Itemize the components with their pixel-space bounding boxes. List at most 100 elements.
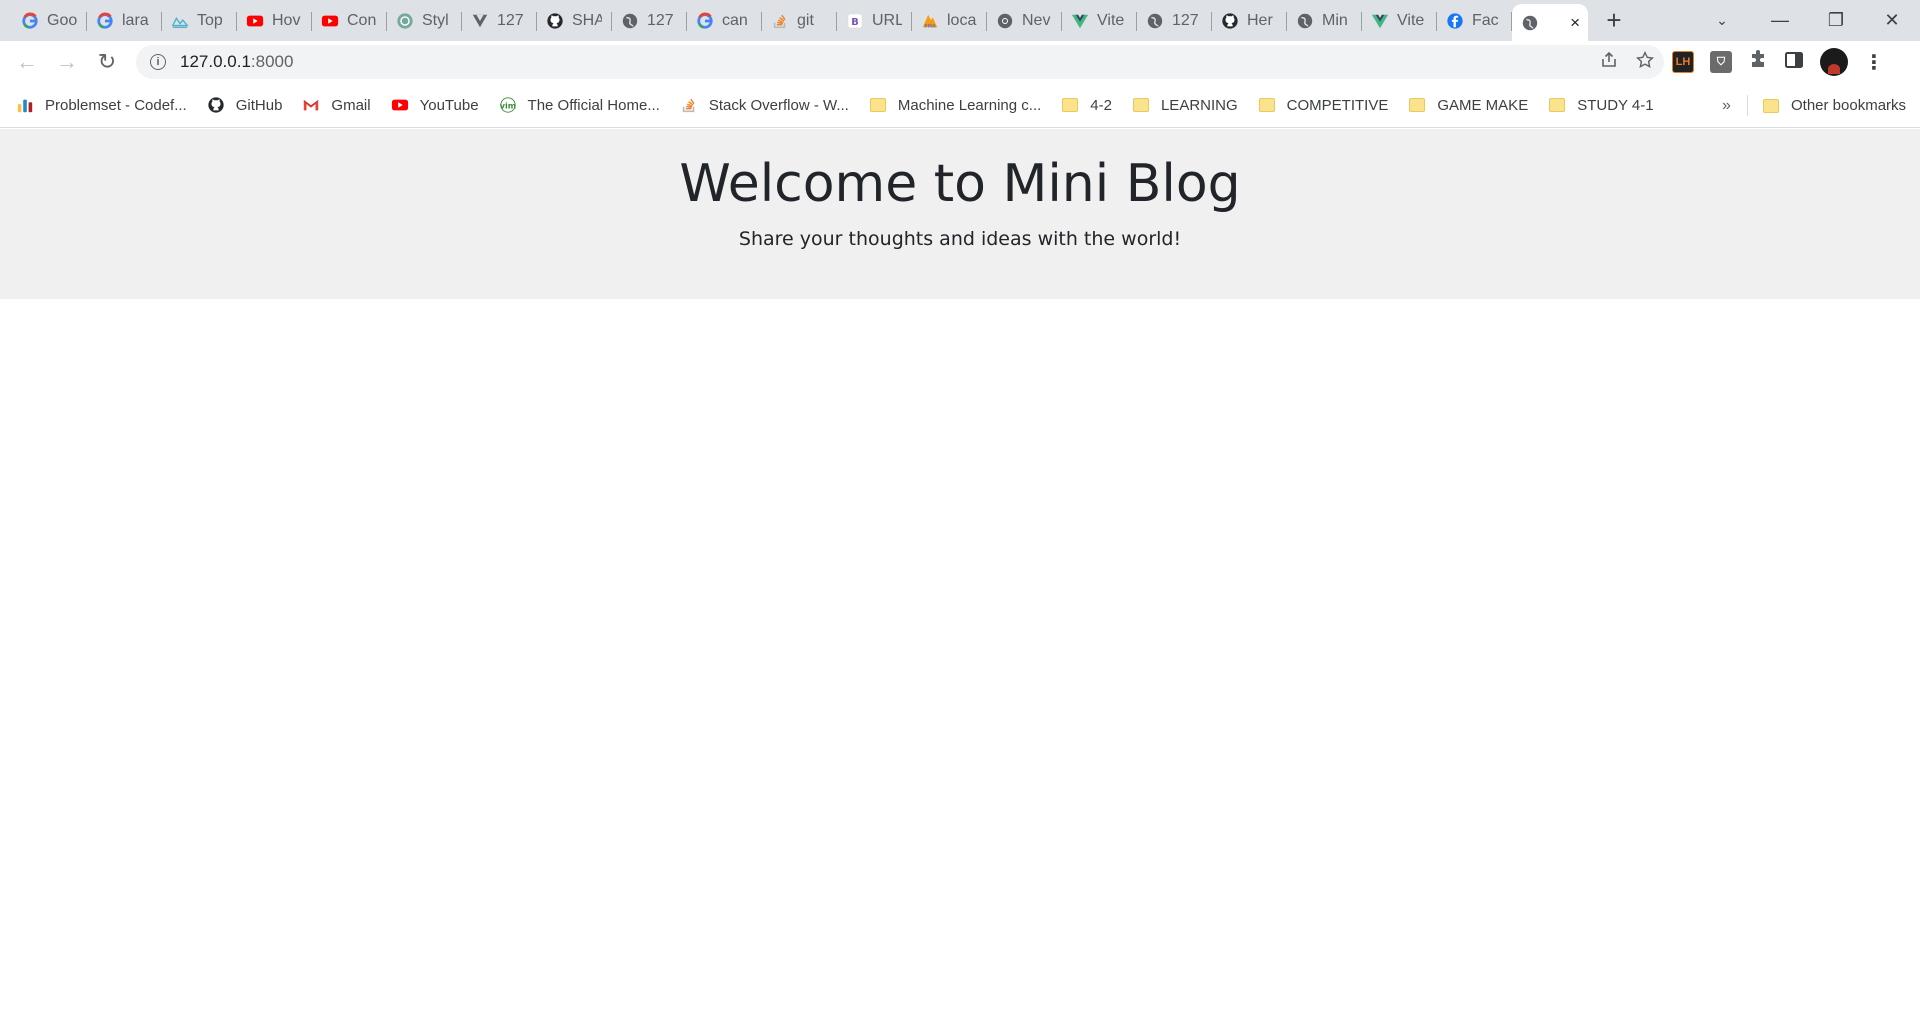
browser-tab[interactable]: 127 xyxy=(612,0,687,41)
back-button[interactable]: ← xyxy=(7,45,47,79)
browser-tab[interactable]: can xyxy=(687,0,762,41)
browser-tab[interactable]: PMA loca xyxy=(912,0,987,41)
bookmark-item[interactable]: Machine Learning c... xyxy=(869,96,1041,114)
youtube-icon xyxy=(391,96,409,114)
tab-title: SHA xyxy=(572,11,602,29)
google-icon xyxy=(695,11,715,31)
browser-tab[interactable]: Nev xyxy=(987,0,1062,41)
other-bookmarks-folder[interactable]: Other bookmarks xyxy=(1762,83,1906,128)
bookmark-label: Problemset - Codef... xyxy=(45,96,187,114)
bookmark-item[interactable]: 4-2 xyxy=(1061,96,1112,114)
bookmark-item[interactable]: YouTube xyxy=(391,96,479,114)
tab-title: Top xyxy=(197,11,223,29)
browser-tab[interactable]: 127 xyxy=(462,0,537,41)
vue-icon xyxy=(1370,11,1390,31)
share-icon[interactable] xyxy=(1600,51,1618,74)
site-info-icon[interactable]: i xyxy=(150,54,166,70)
bookmarks-bar: Problemset - Codef... GitHub Gmail YouTube v… xyxy=(0,83,1920,128)
bookmarks-overflow-button[interactable]: » xyxy=(1722,83,1731,128)
tab-title: can xyxy=(722,11,748,29)
bookmarks-list: Problemset - Codef... GitHub Gmail YouTube v… xyxy=(16,96,1674,114)
tab-title: Vite xyxy=(1097,11,1125,29)
bookmark-item[interactable]: Gmail xyxy=(302,96,371,114)
bookmark-label: STUDY 4-1 xyxy=(1577,96,1654,114)
svg-text:PMA: PMA xyxy=(924,23,936,29)
side-panel-icon[interactable] xyxy=(1784,50,1804,75)
forward-button[interactable]: → xyxy=(47,45,87,79)
browser-tab[interactable]: lara xyxy=(87,0,162,41)
tab-title: Hov xyxy=(272,11,301,29)
chrome-menu-icon[interactable]: ⋮ xyxy=(1864,50,1884,75)
bookmark-label: GitHub xyxy=(235,96,283,114)
tab-title: Fac xyxy=(1472,11,1499,29)
browser-tab[interactable]: Styl xyxy=(387,0,462,41)
bookmark-item[interactable]: COMPETITIVE xyxy=(1258,96,1388,114)
restore-button[interactable]: ❐ xyxy=(1808,10,1864,31)
browser-tab[interactable]: Vite xyxy=(1062,0,1137,41)
close-window-button[interactable]: ✕ xyxy=(1864,10,1920,31)
stackoverflow-icon xyxy=(770,11,790,31)
svg-text:B: B xyxy=(851,17,859,28)
active-tab[interactable]: × xyxy=(1512,4,1588,41)
tab-title: Con xyxy=(347,11,377,29)
bookmark-item[interactable]: LEARNING xyxy=(1132,96,1238,114)
browser-tab[interactable]: Hov xyxy=(237,0,312,41)
tab-title: lara xyxy=(122,11,149,29)
browser-tab[interactable]: Her xyxy=(1212,0,1287,41)
browser-tab[interactable]: B URL xyxy=(837,0,912,41)
bookmark-label: Gmail xyxy=(331,96,371,114)
browser-tab[interactable]: Con xyxy=(312,0,387,41)
omnibox-actions xyxy=(1600,45,1655,79)
bookmark-item[interactable]: Problemset - Codef... xyxy=(16,96,187,114)
browser-tab[interactable]: Vite xyxy=(1362,0,1437,41)
tab-title: Styl xyxy=(422,11,449,29)
window-controls: ⌄ — ❐ ✕ xyxy=(1692,0,1920,41)
page-title: Welcome to Mini Blog xyxy=(679,154,1241,214)
tab-title: Goo xyxy=(47,11,77,29)
browser-tab[interactable]: Top xyxy=(162,0,237,41)
tab-title: git xyxy=(797,11,814,29)
minimize-button[interactable]: — xyxy=(1752,10,1808,31)
extensions-puzzle-icon[interactable] xyxy=(1748,49,1768,75)
browser-tab[interactable]: Min xyxy=(1287,0,1362,41)
ide-icon xyxy=(170,11,190,31)
bookmark-label: Stack Overflow - W... xyxy=(708,96,849,114)
bookmark-label: GAME MAKE xyxy=(1437,96,1529,114)
tab-search-button[interactable]: ⌄ xyxy=(1692,12,1752,29)
address-host: 127.0.0.1 xyxy=(180,52,251,71)
bookmark-item[interactable]: Stack Overflow - W... xyxy=(680,96,849,114)
address-bar[interactable]: i 127.0.0.1:8000 xyxy=(136,45,1664,79)
globe-icon xyxy=(1520,13,1540,33)
gmail-icon xyxy=(302,96,320,114)
bookmark-star-icon[interactable] xyxy=(1635,50,1655,74)
tab-title: 127 xyxy=(647,11,674,29)
folder-icon xyxy=(869,96,887,114)
browser-tab[interactable]: Goo xyxy=(12,0,87,41)
bookmark-item[interactable]: STUDY 4-1 xyxy=(1548,96,1654,114)
browser-tab[interactable]: 127 xyxy=(1137,0,1212,41)
bootstrap-icon: B xyxy=(845,11,865,31)
browser-tab[interactable]: SHA xyxy=(537,0,612,41)
folder-icon xyxy=(1061,96,1079,114)
new-tab-button[interactable]: + xyxy=(1594,0,1634,41)
vue-dark-icon xyxy=(470,11,490,31)
lighthouse-extension-icon[interactable]: LH xyxy=(1672,51,1694,73)
tab-title: Nev xyxy=(1022,11,1051,29)
folder-icon xyxy=(1548,96,1566,114)
page-subtitle: Share your thoughts and ideas with the w… xyxy=(738,228,1182,250)
close-tab-icon[interactable]: × xyxy=(1570,13,1580,33)
profile-avatar[interactable] xyxy=(1820,48,1848,76)
bookmark-item[interactable]: vim The Official Home... xyxy=(499,96,660,114)
facebook-icon xyxy=(1445,11,1465,31)
bookmark-item[interactable]: GAME MAKE xyxy=(1408,96,1528,114)
other-bookmarks-label: Other bookmarks xyxy=(1791,97,1907,114)
folder-icon xyxy=(1258,96,1276,114)
tab-strip: Goo lara Top Hov Con Styl 127 SHA 127 can git B URL P… xyxy=(0,0,1920,41)
browser-tab[interactable]: git xyxy=(762,0,837,41)
bookmark-label: LEARNING xyxy=(1160,96,1238,114)
bookmark-item[interactable]: GitHub xyxy=(207,96,283,114)
reload-button[interactable]: ↻ xyxy=(87,45,127,79)
browser-tab[interactable]: Fac xyxy=(1437,0,1512,41)
bookmarks-separator xyxy=(1747,95,1748,116)
extension-icon[interactable]: ⛉ xyxy=(1710,51,1732,73)
